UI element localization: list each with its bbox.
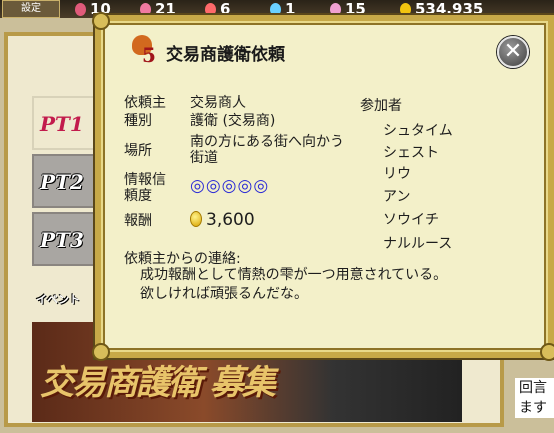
participant-item: シュタイム: [383, 123, 453, 139]
tab-pt3[interactable]: PT3: [32, 212, 98, 266]
tab-pt3-label: PT3: [40, 228, 84, 252]
tab-pt2-label: PT2: [40, 170, 84, 194]
side-text: 回言 ます: [515, 378, 554, 418]
frame-ornament: [540, 343, 554, 361]
gem-icon: [205, 2, 216, 16]
potion-icon: [140, 2, 151, 16]
frame-ornament: [92, 343, 110, 361]
type-label: 種別: [124, 113, 152, 129]
message-label: 依頼主からの連絡:: [124, 251, 241, 267]
type-value: 護衛 (交易商): [190, 113, 276, 129]
cat-icon: [330, 2, 341, 16]
rank-icon: 5: [130, 35, 160, 69]
participant-item: ナルルース: [383, 236, 453, 252]
quest-title-bar: 5 交易商護衛依頼: [130, 35, 285, 69]
close-icon: ✕: [503, 39, 523, 64]
reward-value-row: 3,600: [190, 210, 255, 230]
close-button[interactable]: ✕: [497, 36, 529, 68]
location-label: 場所: [124, 143, 152, 159]
location-value: 南の方にある街へ向かう街道: [190, 134, 344, 166]
frame-ornament: [92, 12, 110, 30]
client-value: 交易商人: [190, 95, 246, 111]
participant-item: ソウイチ: [383, 212, 439, 228]
coin-icon: [400, 2, 411, 16]
ticket-icon: [270, 2, 281, 16]
quest-rank: 5: [142, 43, 156, 67]
coin-icon: [190, 211, 202, 227]
participant-item: シェスト: [383, 145, 439, 161]
tab-pt2[interactable]: PT2: [32, 154, 98, 208]
event-label: イベント: [36, 293, 80, 306]
reliability-label: 情報信頼度: [124, 172, 166, 204]
client-label: 依頼主: [124, 95, 166, 111]
client-message: 成功報酬として情熱の雫が一つ用意されている。欲しければ頑張るんだな。: [140, 267, 448, 302]
reward-value: 3,600: [206, 210, 255, 230]
settings-button[interactable]: 設定: [2, 0, 60, 18]
flask-icon: [75, 2, 86, 16]
reliability-value: ◎◎◎◎◎: [190, 176, 270, 196]
participant-item: アン: [383, 189, 411, 205]
event-banner-text: 交易商護衛 募集: [40, 363, 276, 403]
quest-title: 交易商護衛依頼: [166, 44, 285, 65]
tab-pt1-label: PT1: [40, 112, 84, 136]
participants-label: 参加者: [360, 98, 402, 114]
reward-label: 報酬: [124, 213, 152, 229]
participant-item: リウ: [383, 166, 411, 182]
tab-pt1[interactable]: PT1: [32, 96, 98, 150]
